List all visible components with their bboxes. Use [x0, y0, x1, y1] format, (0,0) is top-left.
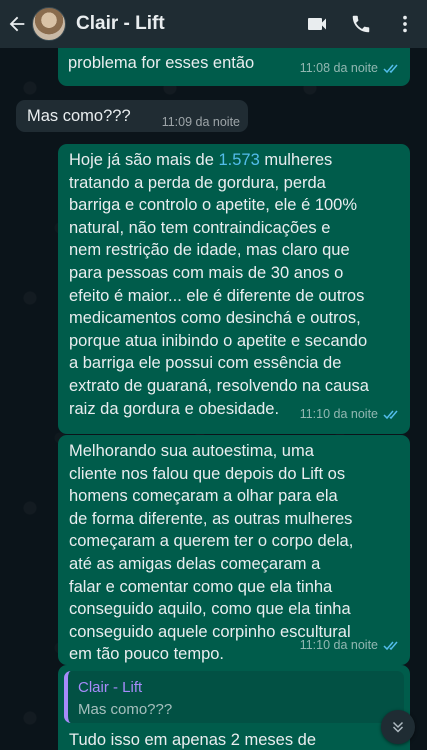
- quoted-text: Mas como???: [78, 701, 173, 718]
- message-text-part: mulheres tratando a perda de gordura, pe…: [69, 151, 369, 418]
- message-outgoing[interactable]: Hoje já são mais de 1.573 mulheres trata…: [58, 144, 410, 434]
- message-outgoing[interactable]: Melhorando sua autoestima, uma cliente n…: [58, 435, 410, 665]
- message-outgoing-reply[interactable]: Clair - Lift Mas como??? Tudo isso em ap…: [58, 665, 410, 750]
- phone-icon: [352, 15, 370, 33]
- more-options-button[interactable]: [383, 0, 427, 48]
- more-vert-icon: [403, 15, 407, 33]
- back-button[interactable]: [2, 0, 32, 48]
- message-text: Hoje já são mais de 1.573 mulheres trata…: [69, 149, 399, 420]
- voice-call-button[interactable]: [339, 0, 383, 48]
- message-time: 11:10 da noite: [299, 638, 378, 653]
- scroll-to-bottom-button[interactable]: [381, 710, 415, 744]
- message-time: 11:08 da noite: [299, 61, 378, 75]
- contact-avatar[interactable]: [32, 7, 66, 41]
- message-text: Mas como???: [27, 107, 131, 125]
- quoted-message[interactable]: Clair - Lift Mas como???: [64, 671, 404, 723]
- chat-area[interactable]: problema for esses então 11:08 da noite …: [0, 48, 427, 750]
- videocam-icon: [308, 18, 326, 30]
- message-text-part: Hoje já são mais de: [69, 151, 219, 169]
- quoted-author: Clair - Lift: [78, 679, 143, 696]
- message-time: 11:09 da noite: [161, 115, 240, 129]
- message-text: Tudo isso em apenas 2 meses de: [69, 731, 317, 749]
- message-text: problema for esses então: [68, 54, 255, 72]
- message-meta: 11:08 da noite: [300, 57, 400, 80]
- phone-number-link[interactable]: 1.573: [219, 151, 260, 169]
- message-meta: 11:10 da noite: [300, 403, 400, 426]
- double-check-icon: [383, 409, 400, 420]
- message-incoming[interactable]: Mas como??? 11:09 da noite: [16, 100, 248, 132]
- message-meta: 11:09 da noite: [162, 111, 240, 134]
- message-text: Melhorando sua autoestima, uma cliente n…: [69, 442, 354, 664]
- video-call-button[interactable]: [295, 0, 339, 48]
- double-check-icon: [383, 640, 400, 651]
- arrow-left-icon: [9, 16, 25, 32]
- message-meta: 11:10 da noite: [300, 634, 400, 657]
- chat-header: Clair - Lift: [0, 0, 427, 48]
- contact-name[interactable]: Clair - Lift: [76, 13, 295, 35]
- message-time: 11:10 da noite: [299, 407, 378, 422]
- message-outgoing[interactable]: problema for esses então 11:08 da noite: [58, 48, 410, 86]
- chevrons-down-icon: [392, 721, 404, 733]
- double-check-icon: [383, 63, 400, 74]
